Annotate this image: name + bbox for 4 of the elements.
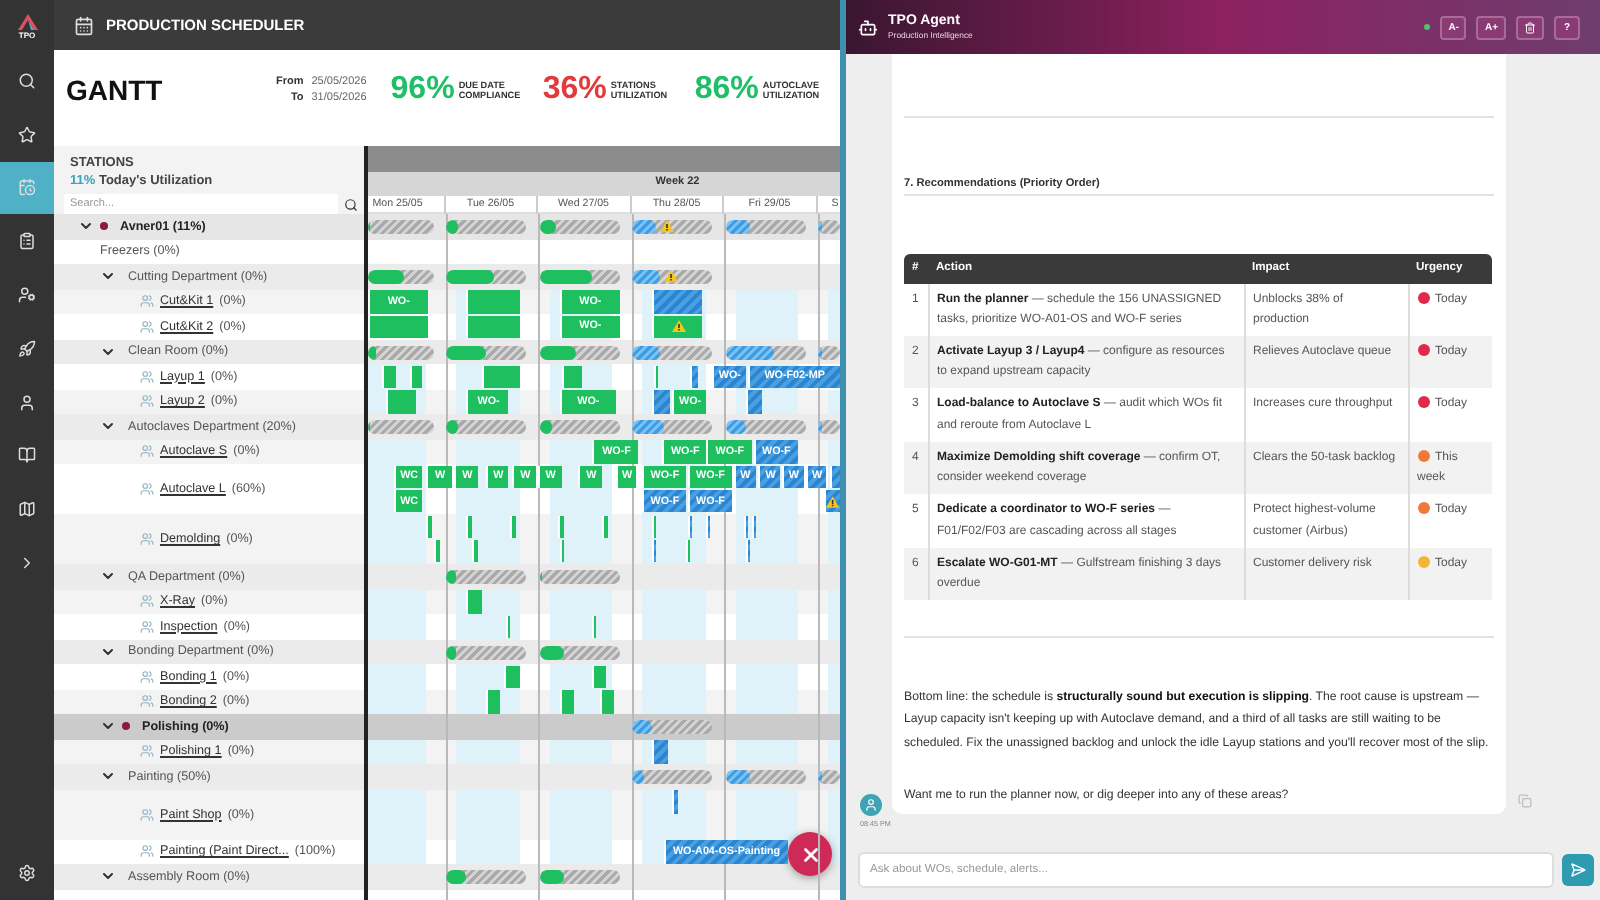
kpi-value: 36%	[542, 72, 607, 108]
page-title: GANTT	[66, 74, 165, 106]
kpi-value: 96%	[390, 72, 455, 108]
kpi-value: 86%	[694, 72, 759, 108]
